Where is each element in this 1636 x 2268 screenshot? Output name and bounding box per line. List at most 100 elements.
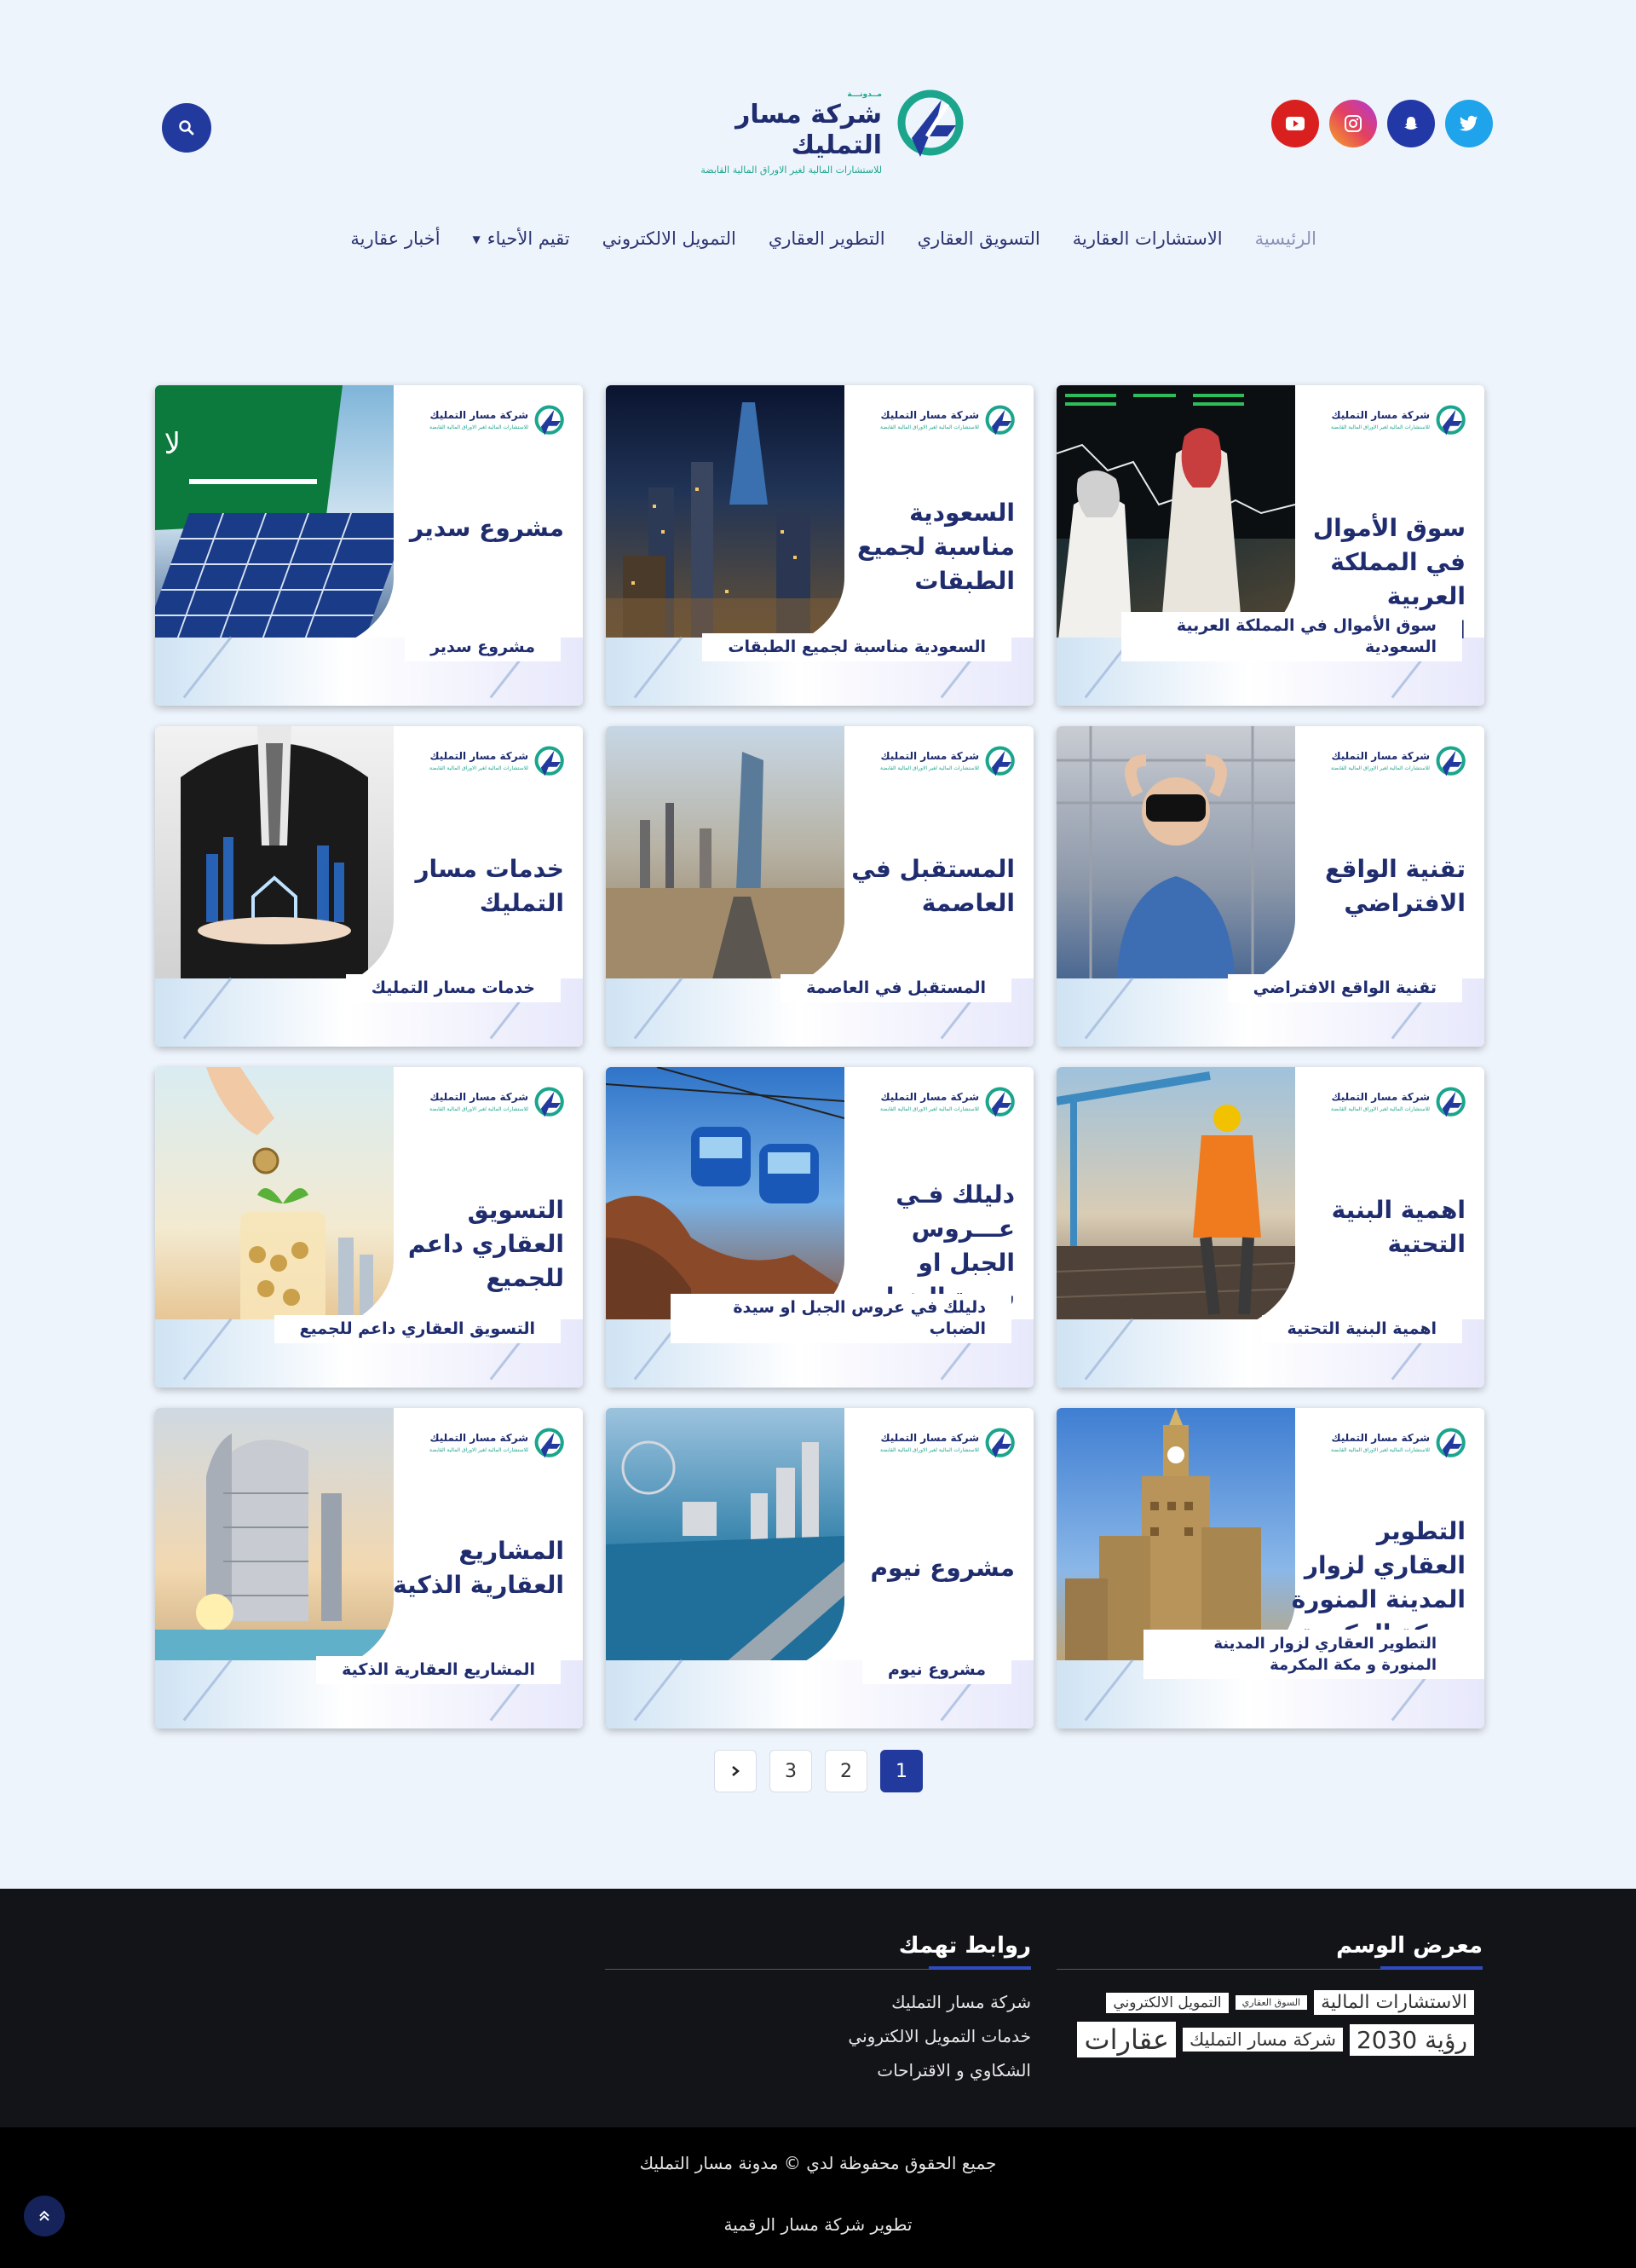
card-caption[interactable]: السعودية مناسبة لجميع الطبقات bbox=[702, 633, 1011, 661]
logo-tagline: للاستشارات المالية لغير الاوراق المالية … bbox=[700, 164, 882, 176]
card-headline[interactable]: التسويق العقاري داعم للجميع bbox=[385, 1193, 564, 1296]
card-logo-tagline: للاستشارات المالية لغير الاوراق المالية … bbox=[1331, 1447, 1430, 1453]
card-logo: شركة مسار التمليك للاستشارات المالية لغي… bbox=[1331, 745, 1469, 781]
card-caption[interactable]: مشروع نيوم bbox=[861, 1656, 1011, 1684]
post-image bbox=[1057, 1067, 1295, 1336]
post-card[interactable]: شركة مسار التمليك للاستشارات المالية لغي… bbox=[606, 726, 1034, 1047]
copyright-text: جميع الحقوق محفوظة لدي © مدونة مسار التم… bbox=[639, 2153, 997, 2173]
snapchat-icon[interactable] bbox=[1387, 100, 1435, 147]
developer-credit[interactable]: تطوير شركة مسار الرقمية bbox=[0, 2214, 1636, 2235]
post-card[interactable]: شركة مسار التمليك للاستشارات المالية لغي… bbox=[155, 1067, 583, 1388]
post-card[interactable]: شركة مسار التمليك للاستشارات المالية لغي… bbox=[1057, 1067, 1484, 1388]
logo-mark-icon bbox=[985, 746, 1015, 776]
search-button[interactable] bbox=[162, 103, 211, 153]
post-image bbox=[606, 385, 844, 655]
pagination-page-2[interactable]: 2 bbox=[825, 1750, 867, 1792]
footer-bottom-bar: جميع الحقوق محفوظة لدي © مدونة مسار التم… bbox=[0, 2127, 1636, 2268]
pagination-page-3[interactable]: 3 bbox=[769, 1750, 812, 1792]
card-logo-name: شركة مسار التمليك bbox=[429, 1432, 528, 1444]
tags-section: معرض الوسم الاستشارات المالية السوق العق… bbox=[1057, 1933, 1483, 2057]
back-to-top-button[interactable] bbox=[24, 2196, 65, 2236]
post-card[interactable]: شركة مسار التمليك للاستشارات المالية لغي… bbox=[606, 385, 1034, 706]
card-headline[interactable]: السعودية مناسبة لجميع الطبقات bbox=[836, 496, 1015, 598]
post-card[interactable]: شركة مسار التمليك للاستشارات المالية لغي… bbox=[155, 1408, 583, 1728]
post-card[interactable]: شركة مسار التمليك للاستشارات المالية لغي… bbox=[155, 726, 583, 1047]
post-card[interactable]: شركة مسار التمليك للاستشارات المالية لغي… bbox=[1057, 726, 1484, 1047]
post-card[interactable]: شركة مسار التمليك للاستشارات المالية لغي… bbox=[606, 1067, 1034, 1388]
card-logo: شركة مسار التمليك للاستشارات المالية لغي… bbox=[880, 1427, 1018, 1463]
pagination-page-1[interactable]: 1 bbox=[880, 1750, 923, 1792]
card-caption[interactable]: اهمية البنية التحتية bbox=[1261, 1315, 1462, 1343]
card-logo: شركة مسار التمليك للاستشارات المالية لغي… bbox=[1331, 1086, 1469, 1122]
card-caption[interactable]: المستقبل في العاصمة bbox=[781, 974, 1011, 1002]
card-caption[interactable]: خدمات مسار التمليك bbox=[345, 974, 561, 1002]
tag-item[interactable]: عقارات bbox=[1077, 2022, 1176, 2057]
card-caption[interactable]: دليلك في عروس الجبل او سيدة الضباب bbox=[671, 1294, 1011, 1343]
logo-mark-icon bbox=[534, 405, 564, 436]
nav-item-real-estate-marketing[interactable]: التسويق العقاري bbox=[918, 228, 1040, 249]
main-nav: الرئيسية الاستشارات العقارية التسويق الع… bbox=[307, 228, 1329, 249]
tag-item[interactable]: التمويل الالكتروني bbox=[1106, 1992, 1229, 2013]
chevron-right-icon bbox=[732, 1766, 740, 1776]
card-headline[interactable]: تقنية الواقع الافتراضي bbox=[1287, 852, 1466, 920]
card-headline[interactable]: المشاريع العقارية الذكية bbox=[385, 1534, 564, 1602]
footer-link[interactable]: خدمات التمويل الالكتروني bbox=[605, 2026, 1031, 2046]
card-logo: شركة مسار التمليك للاستشارات المالية لغي… bbox=[1331, 404, 1469, 440]
instagram-icon[interactable] bbox=[1329, 100, 1377, 147]
youtube-icon[interactable] bbox=[1271, 100, 1319, 147]
card-headline[interactable]: اهمية البنية التحتية bbox=[1287, 1193, 1466, 1261]
post-card[interactable]: شركة مسار التمليك للاستشارات المالية لغي… bbox=[606, 1408, 1034, 1728]
logo-mark-icon bbox=[1436, 1087, 1466, 1117]
nav-item-neighborhood-rating-label: تقيم الأحياء bbox=[487, 228, 570, 249]
card-caption[interactable]: المشاريع العقارية الذكية bbox=[316, 1656, 561, 1684]
card-headline[interactable]: خدمات مسار التمليك bbox=[385, 852, 564, 920]
card-headline[interactable]: مشروع نيوم bbox=[836, 1551, 1015, 1585]
footer-link[interactable]: شركة مسار التمليك bbox=[605, 1992, 1031, 2012]
card-logo-name: شركة مسار التمليك bbox=[1331, 409, 1430, 421]
nav-item-e-financing[interactable]: التمويل الالكتروني bbox=[602, 228, 736, 249]
post-image bbox=[155, 1408, 394, 1677]
nav-item-neighborhood-rating[interactable]: تقيم الأحياء ▼ bbox=[473, 228, 570, 249]
card-logo-tagline: للاستشارات المالية لغير الاوراق المالية … bbox=[880, 765, 979, 771]
nav-item-real-estate-development[interactable]: التطوير العقاري bbox=[769, 228, 885, 249]
logo-mark-icon bbox=[534, 1428, 564, 1458]
tag-item[interactable]: شركة مسار التمليك bbox=[1182, 2028, 1343, 2052]
post-image bbox=[606, 1408, 844, 1677]
logo-mark-icon bbox=[534, 1087, 564, 1117]
post-image bbox=[606, 726, 844, 995]
site-footer: معرض الوسم الاستشارات المالية السوق العق… bbox=[0, 1889, 1636, 2127]
card-headline[interactable]: المستقبل في العاصمة bbox=[836, 852, 1015, 920]
card-logo: شركة مسار التمليك للاستشارات المالية لغي… bbox=[880, 404, 1018, 440]
card-logo: شركة مسار التمليك للاستشارات المالية لغي… bbox=[880, 1086, 1018, 1122]
card-caption[interactable]: التسويق العقاري داعم للجميع bbox=[274, 1315, 561, 1343]
card-logo-name: شركة مسار التمليك bbox=[1331, 1432, 1430, 1444]
card-caption[interactable]: التطوير العقاري لزوار المدينة المنورة و … bbox=[1143, 1630, 1484, 1679]
post-card[interactable]: شركة مسار التمليك للاستشارات المالية لغي… bbox=[1057, 1408, 1484, 1728]
card-caption[interactable]: تقنية الواقع الافتراضي bbox=[1227, 974, 1462, 1002]
tag-item[interactable]: الاستشارات المالية bbox=[1314, 1990, 1474, 2015]
logo-name: شركة مسار التمليك bbox=[735, 100, 882, 160]
nav-item-real-estate-consulting[interactable]: الاستشارات العقارية bbox=[1073, 228, 1223, 249]
card-logo: شركة مسار التمليك للاستشارات المالية لغي… bbox=[429, 745, 567, 781]
card-logo-tagline: للاستشارات المالية لغير الاوراق المالية … bbox=[880, 1447, 979, 1453]
post-card[interactable]: شركة مسار التمليك للاستشارات المالية لغي… bbox=[1057, 385, 1484, 706]
card-logo-name: شركة مسار التمليك bbox=[880, 1091, 979, 1103]
logo-mark-icon bbox=[1436, 1428, 1466, 1458]
card-logo-name: شركة مسار التمليك bbox=[1331, 750, 1430, 762]
twitter-icon[interactable] bbox=[1445, 100, 1493, 147]
tag-item[interactable]: رؤية 2030 bbox=[1349, 2023, 1474, 2056]
post-card[interactable]: لا إله إلا الله شركة مسار التمليك للاستش… bbox=[155, 385, 583, 706]
pagination-next-button[interactable] bbox=[714, 1750, 757, 1792]
card-headline[interactable]: مشروع سدير bbox=[385, 511, 564, 545]
card-logo: شركة مسار التمليك للاستشارات المالية لغي… bbox=[429, 404, 567, 440]
site-logo[interactable]: مــدونـــة شركة مسار التمليك للاستشارات … bbox=[682, 87, 971, 176]
post-image bbox=[1057, 726, 1295, 995]
nav-item-real-estate-news[interactable]: أخبار عقارية bbox=[350, 228, 440, 249]
nav-item-home[interactable]: الرئيسية bbox=[1255, 228, 1316, 249]
card-caption[interactable]: سوق الأموال في المملكة العربية السعودية bbox=[1121, 612, 1462, 661]
search-icon bbox=[179, 120, 194, 136]
card-caption[interactable]: مشروع سدير bbox=[405, 633, 561, 661]
tag-item[interactable]: السوق العقاري bbox=[1235, 1995, 1308, 2010]
logo-kicker: مــدونـــة bbox=[847, 90, 882, 99]
footer-link[interactable]: الشكاوي و الاقتراحات bbox=[605, 2060, 1031, 2080]
